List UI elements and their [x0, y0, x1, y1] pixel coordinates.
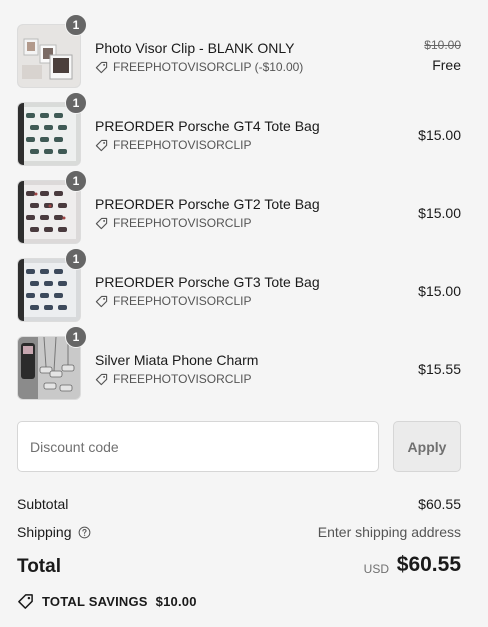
shipping-label: Shipping	[17, 524, 72, 540]
discount-label: FREEPHOTOVISORCLIP (-$10.00)	[95, 60, 303, 74]
quantity-badge: 1	[65, 170, 87, 192]
discount-code-input[interactable]	[17, 421, 379, 472]
shipping-row: Shipping Enter shipping address	[17, 524, 461, 544]
savings-label: TOTAL SAVINGS	[42, 593, 148, 609]
original-price: $10.00	[424, 38, 461, 52]
item-price: $15.00	[418, 127, 461, 143]
line-item: 1 PREORDER Porsche GT3 Tote Bag FREEPHOT…	[17, 248, 461, 322]
shipping-value: Enter shipping address	[317, 524, 461, 540]
tag-icon	[95, 139, 108, 151]
total-row: Total USD $60.55	[17, 553, 461, 581]
discount-label: FREEPHOTOVISORCLIP	[95, 294, 251, 308]
total-label: Total	[17, 556, 61, 577]
item-price: $15.55	[418, 361, 461, 377]
line-item: 1 PREORDER Porsche GT2 Tote Bag FREEPHOT…	[17, 170, 461, 244]
subtotal-label: Subtotal	[17, 496, 69, 512]
discount-label: FREEPHOTOVISORCLIP	[95, 216, 251, 230]
tag-icon	[95, 61, 108, 73]
help-circle-icon[interactable]	[78, 526, 91, 539]
product-title: PREORDER Porsche GT4 Tote Bag	[95, 118, 320, 134]
item-price: $15.00	[418, 205, 461, 221]
subtotal-value: $60.55	[418, 496, 461, 512]
total-savings: TOTAL SAVINGS $10.00	[17, 592, 197, 610]
discount-code-text: FREEPHOTOVISORCLIP	[113, 216, 252, 230]
subtotal-row: Subtotal $60.55	[17, 496, 461, 516]
item-price: $15.00	[418, 283, 461, 299]
total-value: $60.55	[396, 553, 461, 576]
product-title: Silver Miata Phone Charm	[95, 352, 259, 368]
discount-code-text: FREEPHOTOVISORCLIP (-$10.00)	[113, 60, 304, 74]
quantity-badge: 1	[65, 326, 87, 348]
quantity-badge: 1	[65, 248, 87, 270]
apply-button[interactable]: Apply	[393, 421, 461, 472]
discount-form: Apply	[17, 421, 461, 472]
discount-label: FREEPHOTOVISORCLIP	[95, 138, 251, 152]
item-price: Free	[432, 57, 461, 73]
discount-code-text: FREEPHOTOVISORCLIP	[113, 294, 252, 308]
line-item: 1 Photo Visor Clip - BLANK ONLY FREEPHOT…	[17, 14, 461, 88]
product-title: PREORDER Porsche GT3 Tote Bag	[95, 274, 320, 290]
quantity-badge: 1	[65, 14, 87, 36]
product-title: Photo Visor Clip - BLANK ONLY	[95, 40, 295, 56]
currency-code: USD	[363, 562, 389, 576]
savings-value: $10.00	[155, 593, 197, 609]
tag-icon	[95, 373, 108, 385]
discount-label: FREEPHOTOVISORCLIP	[95, 372, 251, 386]
product-title: PREORDER Porsche GT2 Tote Bag	[95, 196, 320, 212]
line-item: 1 Silver Miata Phone Charm FREEPHOTOVISO…	[17, 326, 461, 400]
discount-code-text: FREEPHOTOVISORCLIP	[113, 372, 252, 386]
quantity-badge: 1	[65, 92, 87, 114]
tag-icon	[95, 295, 108, 307]
tag-icon	[95, 217, 108, 229]
line-item: 1 PREORDER Porsche GT4 Tote Bag FREEPHOT…	[17, 92, 461, 166]
savings-tag-icon	[18, 593, 33, 609]
discount-code-text: FREEPHOTOVISORCLIP	[113, 138, 252, 152]
